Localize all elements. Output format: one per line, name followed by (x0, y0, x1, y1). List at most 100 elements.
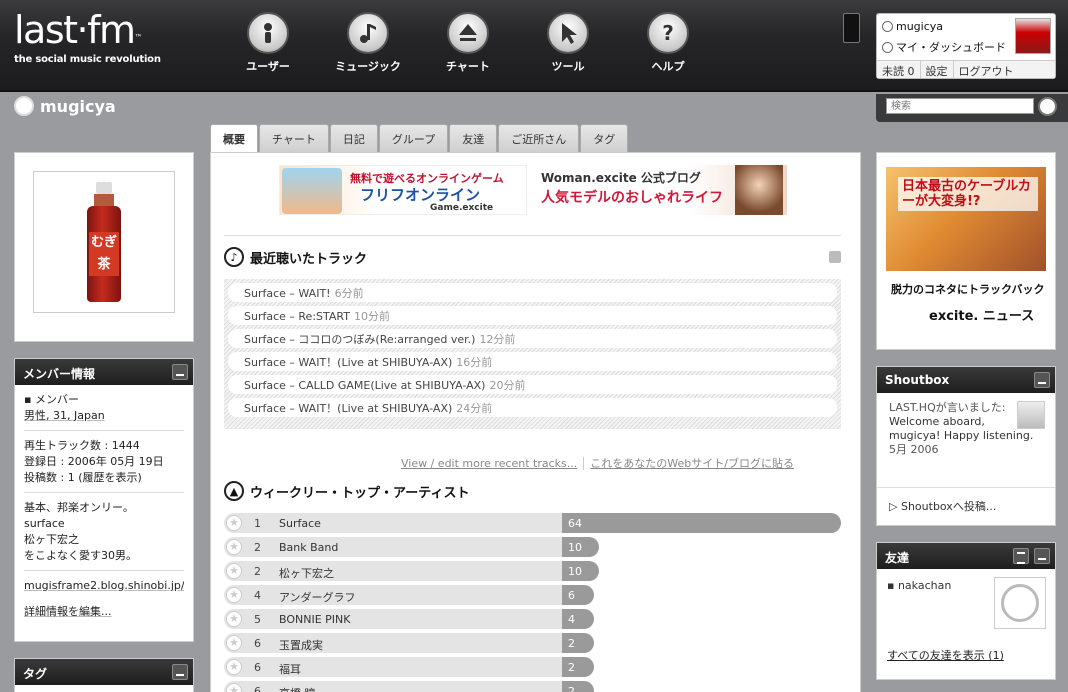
member-plays: 再生トラック数 : 1444 (24, 439, 140, 452)
friends-header: 友達 (877, 543, 1055, 569)
artist-row[interactable]: ★ 1 Surface 64 (224, 513, 841, 533)
shoutbox-panel: Shoutbox LAST.HQが言いました: Welcome aboard, … (876, 366, 1056, 526)
inbox-link[interactable]: 未読 0 (877, 61, 921, 78)
artist-name[interactable]: Surface (279, 517, 321, 530)
track-row[interactable]: Surface – WAIT! 6分前 (228, 283, 837, 302)
track-row[interactable]: Surface – WAIT！(Live at SHIBUYA-AX) 16分前 (228, 352, 837, 371)
recent-tracks-heading: ♪ 最近聴いたトラック (224, 247, 367, 267)
user-box: mugicya マイ・ダッシュボード 未読 0 設定 ログアウト (876, 13, 1056, 79)
tab-neighbours[interactable]: ご近所さん (498, 124, 580, 152)
play-icon: ▷ (889, 500, 898, 513)
minimize-icon[interactable] (1034, 372, 1050, 388)
tags-title: タグ (23, 667, 48, 681)
artist-name[interactable]: Bank Band (279, 541, 338, 554)
artist-playcount: 2 (568, 637, 575, 650)
star-icon[interactable]: ★ (226, 683, 242, 692)
tab-journal[interactable]: 日記 (329, 124, 378, 152)
tab-friends[interactable]: 友達 (449, 124, 498, 152)
nav-help[interactable]: ? ヘルプ (618, 12, 718, 74)
news-ad-headline: 日本最古のケーブルカーが大変身!? (898, 177, 1038, 211)
userbox-username-row[interactable]: mugicya (882, 20, 943, 33)
rss-icon[interactable] (829, 251, 841, 263)
artist-row[interactable]: ★ 4 アンダーグラフ 6 (224, 585, 841, 605)
search-icon[interactable] (1038, 97, 1057, 116)
cursor-icon (547, 12, 589, 54)
member-registered: 登録日 : 2006年 05月 19日 (24, 455, 164, 468)
ad-game-line2: フリフオンライン (360, 186, 481, 204)
star-icon[interactable]: ★ (226, 587, 242, 603)
star-icon[interactable]: ★ (226, 515, 242, 531)
artist-row[interactable]: ★ 2 松ヶ下宏之 10 (224, 561, 841, 581)
tea-bottle-image: むぎ茶 (85, 182, 123, 302)
artist-name[interactable]: 高橋 瞳 (279, 685, 316, 692)
tags-header: タグ (15, 659, 193, 685)
nav-music[interactable]: ミュージック (318, 12, 418, 74)
artist-name[interactable]: アンダーグラフ (279, 589, 356, 605)
lastfm-logo[interactable]: last·fm™ the social music revolution (14, 8, 161, 65)
star-icon[interactable]: ★ (226, 563, 242, 579)
shout-date: 5月 2006 (889, 443, 939, 456)
logout-link[interactable]: ログアウト (954, 61, 1019, 78)
header-toggle[interactable] (843, 13, 860, 43)
track-row[interactable]: Surface – WAIT！(Live at SHIBUYA-AX) 24分前 (228, 398, 837, 417)
artist-name[interactable]: 福耳 (279, 661, 301, 677)
nav-tools[interactable]: ツール (518, 12, 618, 74)
main-content: 無料で遊べるオンラインゲーム フリフオンライン Game.excite Woma… (210, 152, 861, 692)
tab-tags[interactable]: タグ (580, 124, 629, 152)
tab-groups[interactable]: グループ (378, 124, 449, 152)
artist-rank: 1 (254, 517, 261, 530)
tab-charts[interactable]: チャート (259, 124, 329, 152)
friend-name[interactable]: ▪ nakachan (887, 579, 951, 592)
recent-tracks-title: 最近聴いたトラック (250, 251, 368, 267)
user-icon (14, 96, 34, 116)
embed-blog-link[interactable]: これをあなたのWebサイト/ブログに貼る (590, 457, 794, 470)
artist-name[interactable]: BONNIE PINK (279, 613, 350, 626)
shout-author-avatar[interactable] (1017, 401, 1045, 429)
member-info-panel: メンバー情報 ▪ メンバー 男性, 31, Japan 再生トラック数 : 14… (14, 358, 194, 642)
track-row[interactable]: Surface – ココロのつぼみ(Re:arranged ver.) 12分前 (228, 329, 837, 348)
shout-author[interactable]: LAST.HQが言いました: (889, 401, 1017, 415)
search-input[interactable] (886, 98, 1034, 114)
ad-banner-game[interactable]: 無料で遊べるオンラインゲーム フリフオンライン Game.excite (279, 165, 527, 215)
star-icon[interactable]: ★ (226, 539, 242, 555)
edit-profile-link[interactable]: 詳細情報を編集... (24, 604, 184, 620)
news-ad-caption: 脱力のコネタにトラックバック (891, 283, 1045, 296)
minimize-icon[interactable] (172, 364, 188, 380)
list-view-icon[interactable] (1013, 548, 1029, 564)
userbox-avatar[interactable] (1015, 18, 1051, 54)
minimize-icon[interactable] (1034, 548, 1050, 564)
all-friends-link[interactable]: すべての友達を表示 (1) (887, 647, 1004, 663)
top-bar: last·fm™ the social music revolution ユーザ… (0, 0, 1068, 92)
member-type: ▪ メンバー (24, 393, 79, 406)
member-about-2: surface (24, 517, 65, 530)
edit-recent-tracks-link[interactable]: View / edit more recent tracks... (401, 457, 577, 470)
minimize-icon[interactable] (172, 664, 188, 680)
artist-row[interactable]: ★ 6 高橋 瞳 2 (224, 681, 841, 692)
friend-avatar[interactable] (994, 577, 1046, 629)
star-icon[interactable]: ★ (226, 659, 242, 675)
ad-banner-woman[interactable]: Woman.excite 公式ブログ 人気モデルのおしゃれライフ (541, 165, 787, 215)
artist-row-bg (224, 537, 562, 557)
settings-link[interactable]: 設定 (921, 61, 954, 78)
userbox-dashboard-row[interactable]: マイ・ダッシュボード (882, 39, 1006, 55)
side-ad-panel[interactable]: 日本最古のケーブルカーが大変身!? 脱力のコネタにトラックバック excite.… (876, 152, 1056, 350)
member-about-3: 松ヶ下宏之 (24, 533, 79, 546)
artist-row[interactable]: ★ 6 福耳 2 (224, 657, 841, 677)
tab-overview[interactable]: 概要 (210, 124, 258, 153)
track-row[interactable]: Surface – Re:START 10分前 (228, 306, 837, 325)
artist-row[interactable]: ★ 6 玉置成実 2 (224, 633, 841, 653)
artist-row[interactable]: ★ 2 Bank Band 10 (224, 537, 841, 557)
track-row[interactable]: Surface – CALLD GAME(Live at SHIBUYA-AX)… (228, 375, 837, 394)
shoutbox-post-link[interactable]: Shoutboxへ投稿... (901, 500, 996, 513)
artist-name[interactable]: 玉置成実 (279, 637, 323, 653)
nav-charts[interactable]: チャート (418, 12, 518, 74)
artist-name[interactable]: 松ヶ下宏之 (279, 565, 334, 581)
star-icon[interactable]: ★ (226, 611, 242, 627)
profile-avatar[interactable]: むぎ茶 (33, 171, 175, 313)
member-site-link[interactable]: mugisframe2.blog.shinobi.jp/ (24, 578, 184, 594)
nav-user[interactable]: ユーザー (218, 12, 318, 74)
nav-user-label: ユーザー (246, 60, 290, 73)
member-posts[interactable]: 投稿数 : 1 (履歴を表示) (24, 470, 184, 486)
star-icon[interactable]: ★ (226, 635, 242, 651)
artist-row[interactable]: ★ 5 BONNIE PINK 4 (224, 609, 841, 629)
